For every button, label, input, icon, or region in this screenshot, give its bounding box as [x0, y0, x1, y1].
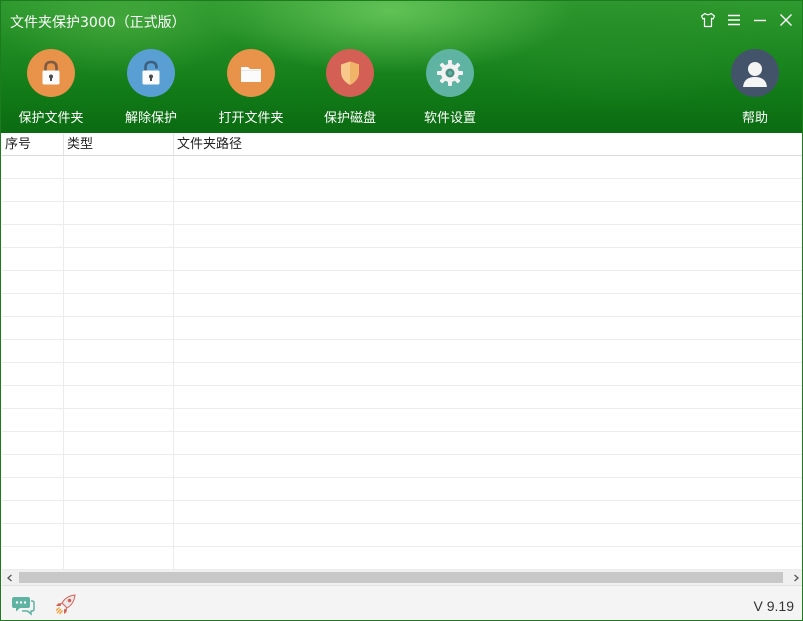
horizontal-scrollbar[interactable]: [2, 570, 802, 585]
scrollbar-thumb[interactable]: [19, 572, 783, 583]
close-button[interactable]: [776, 10, 796, 30]
rocket-button[interactable]: [54, 594, 78, 616]
table-row[interactable]: [2, 317, 802, 340]
unprotect-label: 解除保护: [124, 111, 177, 126]
shirt-icon: [700, 12, 716, 28]
shield-icon: [326, 49, 374, 97]
version-label: V 9.19: [753, 598, 794, 614]
folder-icon: [227, 49, 275, 97]
menu-icon: [728, 14, 740, 26]
table-row[interactable]: [2, 409, 802, 432]
folder-table: 序号 类型 文件夹路径: [2, 134, 802, 570]
chevron-right-icon: [793, 574, 799, 581]
column-divider: [173, 156, 174, 570]
minimize-icon: [754, 19, 766, 22]
help-label: 帮助: [741, 111, 768, 126]
table-row[interactable]: [2, 386, 802, 409]
table-row[interactable]: [2, 363, 802, 386]
table-header: 序号 类型 文件夹路径: [2, 134, 802, 156]
close-icon: [780, 14, 792, 26]
settings-button[interactable]: 软件设置: [410, 49, 490, 126]
open-folder-label: 打开文件夹: [218, 111, 284, 126]
table-row[interactable]: [2, 225, 802, 248]
status-bar: V 9.19: [2, 585, 802, 620]
settings-label: 软件设置: [423, 111, 476, 126]
minimize-button[interactable]: [750, 10, 770, 30]
app-window: 文件夹保护3000（正式版） 保护文件夹 解除保护 打开文件夹 保护磁盘 软件设…: [0, 0, 803, 621]
table-row[interactable]: [2, 478, 802, 501]
gear-icon: [426, 49, 474, 97]
unlock-icon: [127, 49, 175, 97]
table-row[interactable]: [2, 432, 802, 455]
scroll-left-button[interactable]: [2, 570, 17, 585]
header: 文件夹保护3000（正式版） 保护文件夹 解除保护 打开文件夹 保护磁盘 软件设…: [1, 1, 802, 133]
table-row[interactable]: [2, 524, 802, 547]
chat-button[interactable]: [11, 594, 35, 616]
scroll-right-button[interactable]: [788, 570, 802, 585]
table-row[interactable]: [2, 547, 802, 570]
user-icon: [731, 49, 779, 97]
chevron-left-icon: [6, 574, 12, 581]
skin-button[interactable]: [698, 10, 718, 30]
table-row[interactable]: [2, 294, 802, 317]
table-row[interactable]: [2, 271, 802, 294]
table-row[interactable]: [2, 340, 802, 363]
table-row[interactable]: [2, 248, 802, 271]
help-button[interactable]: 帮助: [715, 49, 795, 126]
unprotect-button[interactable]: 解除保护: [111, 49, 191, 126]
protect-folder-label: 保护文件夹: [18, 111, 84, 126]
table-row[interactable]: [2, 501, 802, 524]
table-row[interactable]: [2, 156, 802, 179]
rocket-icon: [55, 594, 76, 615]
table-row[interactable]: [2, 179, 802, 202]
protect-folder-button[interactable]: 保护文件夹: [11, 49, 91, 126]
protect-disk-button[interactable]: 保护磁盘: [310, 49, 390, 126]
chat-icon: [12, 597, 35, 616]
column-header-index[interactable]: 序号: [2, 134, 64, 156]
open-folder-button[interactable]: 打开文件夹: [211, 49, 291, 126]
column-divider: [63, 156, 64, 570]
column-header-type[interactable]: 类型: [64, 134, 174, 156]
column-header-path[interactable]: 文件夹路径: [174, 134, 802, 156]
table-row[interactable]: [2, 202, 802, 225]
table-row[interactable]: [2, 455, 802, 478]
menu-button[interactable]: [724, 10, 744, 30]
window-controls: [698, 10, 796, 30]
lock-icon: [27, 49, 75, 97]
window-title: 文件夹保护3000（正式版）: [10, 15, 186, 31]
protect-disk-label: 保护磁盘: [323, 111, 376, 126]
